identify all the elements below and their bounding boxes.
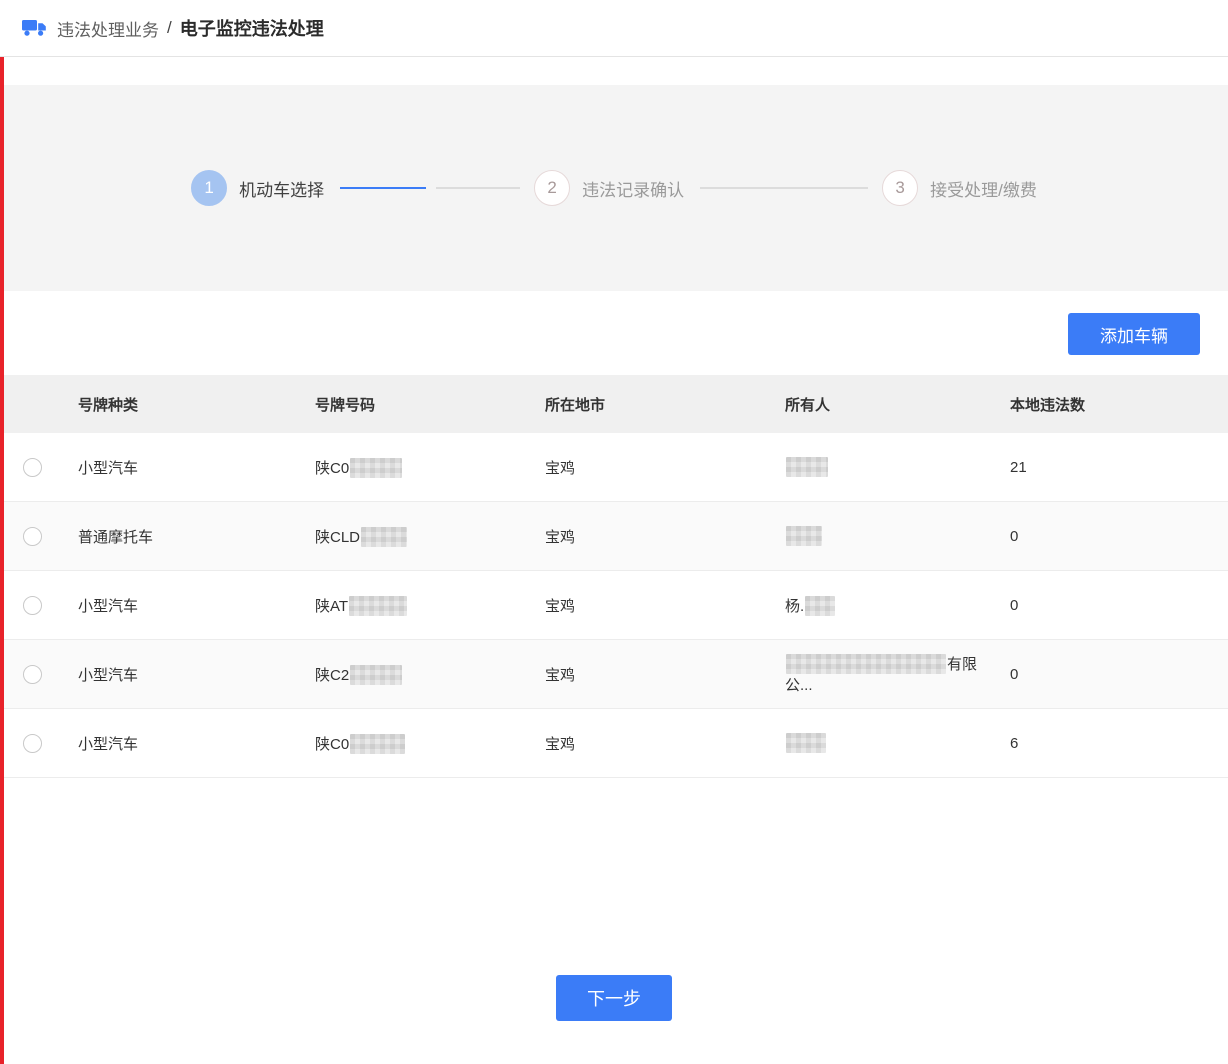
table-row: 小型汽车陕C2宝鸡有限公...0 bbox=[0, 640, 1228, 709]
owner-cell bbox=[771, 733, 996, 753]
step-1-label: 机动车选择 bbox=[239, 176, 324, 201]
table-header-row: 号牌种类 号牌号码 所在地市 所有人 本地违法数 bbox=[0, 375, 1228, 433]
redacted-owner-block bbox=[805, 596, 835, 616]
plate-number-cell: 陕C0 bbox=[301, 457, 531, 478]
redacted-owner-block bbox=[786, 733, 826, 753]
table-row: 普通摩托车陕CLD宝鸡 0 bbox=[0, 502, 1228, 571]
step-3-label: 接受处理/缴费 bbox=[930, 176, 1037, 201]
step-3-circle: 3 bbox=[882, 170, 918, 206]
vehicle-radio[interactable] bbox=[23, 458, 42, 477]
city-cell: 宝鸡 bbox=[531, 595, 771, 616]
plate-number-cell: 陕CLD bbox=[301, 526, 531, 547]
owner-cell bbox=[771, 526, 996, 546]
city-cell: 宝鸡 bbox=[531, 457, 771, 478]
step-connector bbox=[436, 187, 520, 189]
vehicle-table: 号牌种类 号牌号码 所在地市 所有人 本地违法数 小型汽车陕C0宝鸡21普通摩托… bbox=[0, 375, 1228, 778]
step-1-circle: 1 bbox=[191, 170, 227, 206]
city-cell: 宝鸡 bbox=[531, 664, 771, 685]
steps-panel: 1 机动车选择 2 违法记录确认 3 接受处理/缴费 bbox=[0, 85, 1228, 291]
vehicle-radio[interactable] bbox=[23, 596, 42, 615]
redacted-plate-block bbox=[350, 458, 402, 478]
violations-cell: 0 bbox=[996, 666, 1228, 683]
vehicle-table-body: 小型汽车陕C0宝鸡21普通摩托车陕CLD宝鸡0小型汽车陕AT宝鸡杨.0小型汽车陕… bbox=[0, 433, 1228, 778]
redacted-plate-block bbox=[349, 596, 407, 616]
radio-cell bbox=[0, 596, 64, 615]
redacted-plate-block bbox=[350, 734, 405, 754]
owner-cell: 有限公... bbox=[771, 653, 996, 695]
toolbar: 添加车辆 bbox=[0, 291, 1228, 375]
step-connector bbox=[700, 187, 868, 189]
violations-cell: 0 bbox=[996, 597, 1228, 614]
plate-number-cell: 陕AT bbox=[301, 595, 531, 616]
step-3: 3 接受处理/缴费 bbox=[882, 170, 1037, 206]
page: 违法处理业务 / 电子监控违法处理 1 机动车选择 2 违法记录确认 3 接受处… bbox=[0, 0, 1228, 1064]
plate-number-cell: 陕C2 bbox=[301, 664, 531, 685]
left-red-edge bbox=[0, 57, 4, 1064]
col-plate-number: 号牌号码 bbox=[301, 394, 531, 415]
breadcrumb-current: 电子监控违法处理 bbox=[180, 15, 324, 41]
vehicle-radio[interactable] bbox=[23, 527, 42, 546]
col-owner: 所有人 bbox=[771, 394, 996, 415]
table-row: 小型汽车陕C0宝鸡 21 bbox=[0, 433, 1228, 502]
redacted-plate-block bbox=[361, 527, 407, 547]
col-violations: 本地违法数 bbox=[996, 394, 1228, 415]
redacted-owner-block bbox=[786, 457, 828, 477]
radio-cell bbox=[0, 734, 64, 753]
plate-type-cell: 小型汽车 bbox=[64, 733, 301, 754]
top-header: 违法处理业务 / 电子监控违法处理 bbox=[0, 0, 1228, 57]
radio-cell bbox=[0, 527, 64, 546]
city-cell: 宝鸡 bbox=[531, 733, 771, 754]
add-vehicle-button[interactable]: 添加车辆 bbox=[1068, 313, 1200, 355]
next-step-button[interactable]: 下一步 bbox=[556, 975, 672, 1021]
truck-icon bbox=[22, 19, 47, 37]
violations-cell: 6 bbox=[996, 735, 1228, 752]
vehicle-radio[interactable] bbox=[23, 665, 42, 684]
violations-cell: 0 bbox=[996, 528, 1228, 545]
table-row: 小型汽车陕AT宝鸡杨.0 bbox=[0, 571, 1228, 640]
plate-type-cell: 小型汽车 bbox=[64, 664, 301, 685]
table-row: 小型汽车陕C0宝鸡 6 bbox=[0, 709, 1228, 778]
footer: 下一步 bbox=[0, 975, 1228, 1021]
city-cell: 宝鸡 bbox=[531, 526, 771, 547]
step-wizard: 1 机动车选择 2 违法记录确认 3 接受处理/缴费 bbox=[191, 170, 1037, 206]
breadcrumb-separator: / bbox=[167, 18, 172, 38]
radio-cell bbox=[0, 665, 64, 684]
redacted-owner-block bbox=[786, 654, 946, 674]
step-2: 2 违法记录确认 bbox=[534, 170, 684, 206]
vehicle-radio[interactable] bbox=[23, 734, 42, 753]
col-plate-type: 号牌种类 bbox=[64, 394, 301, 415]
violations-cell: 21 bbox=[996, 459, 1228, 476]
main-content: 添加车辆 号牌种类 号牌号码 所在地市 所有人 本地违法数 小型汽车陕C0宝鸡2… bbox=[0, 291, 1228, 1021]
col-city: 所在地市 bbox=[531, 394, 771, 415]
plate-type-cell: 小型汽车 bbox=[64, 457, 301, 478]
step-connector-active bbox=[340, 187, 426, 189]
redacted-owner-block bbox=[786, 526, 822, 546]
step-2-label: 违法记录确认 bbox=[582, 176, 684, 201]
radio-cell bbox=[0, 458, 64, 477]
step-2-circle: 2 bbox=[534, 170, 570, 206]
owner-cell bbox=[771, 457, 996, 477]
breadcrumb-parent[interactable]: 违法处理业务 bbox=[57, 16, 159, 41]
owner-cell: 杨. bbox=[771, 595, 996, 616]
plate-type-cell: 普通摩托车 bbox=[64, 526, 301, 547]
redacted-plate-block bbox=[350, 665, 402, 685]
plate-type-cell: 小型汽车 bbox=[64, 595, 301, 616]
plate-number-cell: 陕C0 bbox=[301, 733, 531, 754]
header-spacer bbox=[0, 57, 1228, 85]
step-1: 1 机动车选择 bbox=[191, 170, 324, 206]
